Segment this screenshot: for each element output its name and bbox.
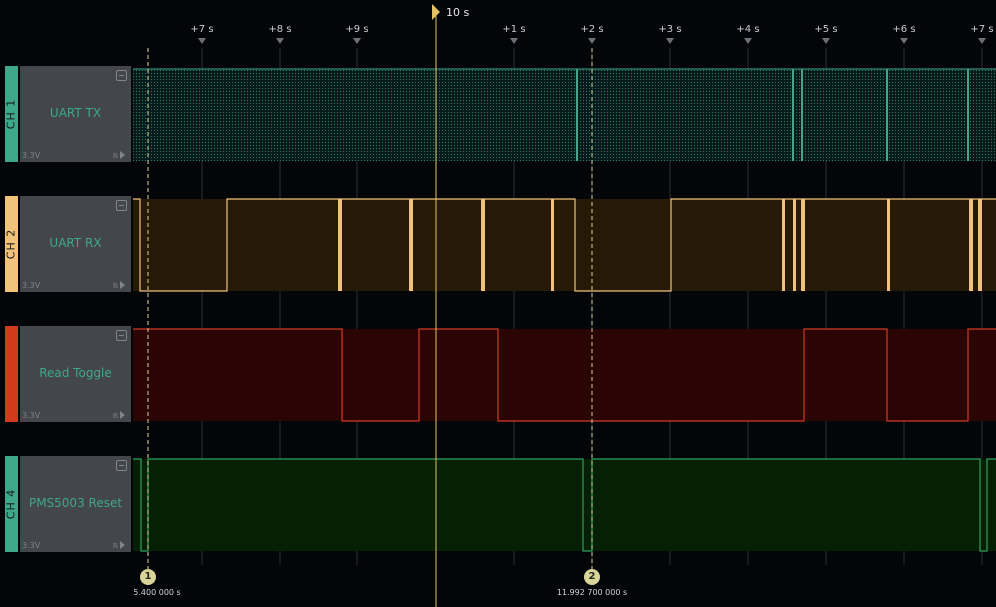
collapse-icon[interactable] — [116, 330, 127, 341]
marker-1-pin[interactable]: 1 — [140, 569, 156, 585]
ch4-waveform — [133, 458, 996, 552]
ch2-pulse — [782, 199, 785, 291]
trigger-icon[interactable]: ℝ — [112, 152, 118, 160]
ch1-tab[interactable]: CH 1 — [5, 66, 18, 162]
collapse-icon[interactable] — [116, 460, 127, 471]
ch4-fill — [133, 459, 996, 551]
ch1-settings[interactable]: UART TX 3.3V ℝ — [20, 66, 131, 162]
marker-2-time: 11.992 700 000 s — [556, 588, 628, 597]
trigger-icon[interactable]: ℝ — [112, 282, 118, 290]
ch2-pulse — [969, 199, 973, 291]
ch2-pulse — [338, 199, 342, 291]
ch3-waveform — [133, 328, 996, 422]
expand-arrow-icon[interactable] — [120, 411, 125, 419]
ch4-name[interactable]: PMS5003 Reset — [20, 496, 131, 510]
ch2-settings[interactable]: UART RX 3.3V ℝ — [20, 196, 131, 292]
ch4-settings[interactable]: PMS5003 Reset 3.3V ℝ — [20, 456, 131, 552]
ch2-tab-label: CH 2 — [4, 228, 18, 260]
trigger-icon[interactable]: ℝ — [112, 412, 118, 420]
ch2-waveform — [133, 198, 996, 292]
collapse-icon[interactable] — [116, 70, 127, 81]
ch2-fill — [133, 199, 996, 291]
marker-2-pin[interactable]: 2 — [584, 569, 600, 585]
ch3-fill — [133, 329, 996, 421]
ch1-fill — [133, 69, 996, 161]
ch3-voltage: 3.3V — [22, 411, 41, 420]
channel-1-panel[interactable]: CH 1 UART TX 3.3V ℝ — [5, 66, 131, 162]
ch2-name[interactable]: UART RX — [20, 236, 131, 250]
ch2-tab[interactable]: CH 2 — [5, 196, 18, 292]
waveform-plot[interactable] — [0, 0, 996, 607]
ch3-tab[interactable] — [5, 326, 18, 422]
ch2-pulse — [551, 199, 554, 291]
ch4-tab[interactable]: CH 4 — [5, 456, 18, 552]
channel-3-panel[interactable]: Read Toggle 3.3V ℝ — [5, 326, 131, 422]
ch1-voltage: 3.3V — [22, 151, 41, 160]
ch4-voltage: 3.3V — [22, 541, 41, 550]
trigger-icon[interactable]: ℝ — [112, 542, 118, 550]
ch2-pulse — [409, 199, 413, 291]
ch2-pulse — [887, 199, 890, 291]
expand-arrow-icon[interactable] — [120, 281, 125, 289]
ch3-name[interactable]: Read Toggle — [20, 366, 131, 380]
marker-1-time: 5.400 000 s — [133, 588, 181, 597]
expand-arrow-icon[interactable] — [120, 541, 125, 549]
ch1-tab-label: CH 1 — [4, 98, 18, 130]
ch1-name[interactable]: UART TX — [20, 106, 131, 120]
collapse-icon[interactable] — [116, 200, 127, 211]
ch2-pulse — [793, 199, 796, 291]
ch2-pulse — [801, 199, 805, 291]
ch2-pulse — [978, 199, 982, 291]
channel-4-panel[interactable]: CH 4 PMS5003 Reset 3.3V ℝ — [5, 456, 131, 552]
ch3-settings[interactable]: Read Toggle 3.3V ℝ — [20, 326, 131, 422]
ch4-tab-label: CH 4 — [4, 488, 18, 520]
ch1-waveform — [133, 68, 996, 161]
expand-arrow-icon[interactable] — [120, 151, 125, 159]
ch2-pulse — [481, 199, 485, 291]
channel-2-panel[interactable]: CH 2 UART RX 3.3V ℝ — [5, 196, 131, 292]
ch2-voltage: 3.3V — [22, 281, 41, 290]
